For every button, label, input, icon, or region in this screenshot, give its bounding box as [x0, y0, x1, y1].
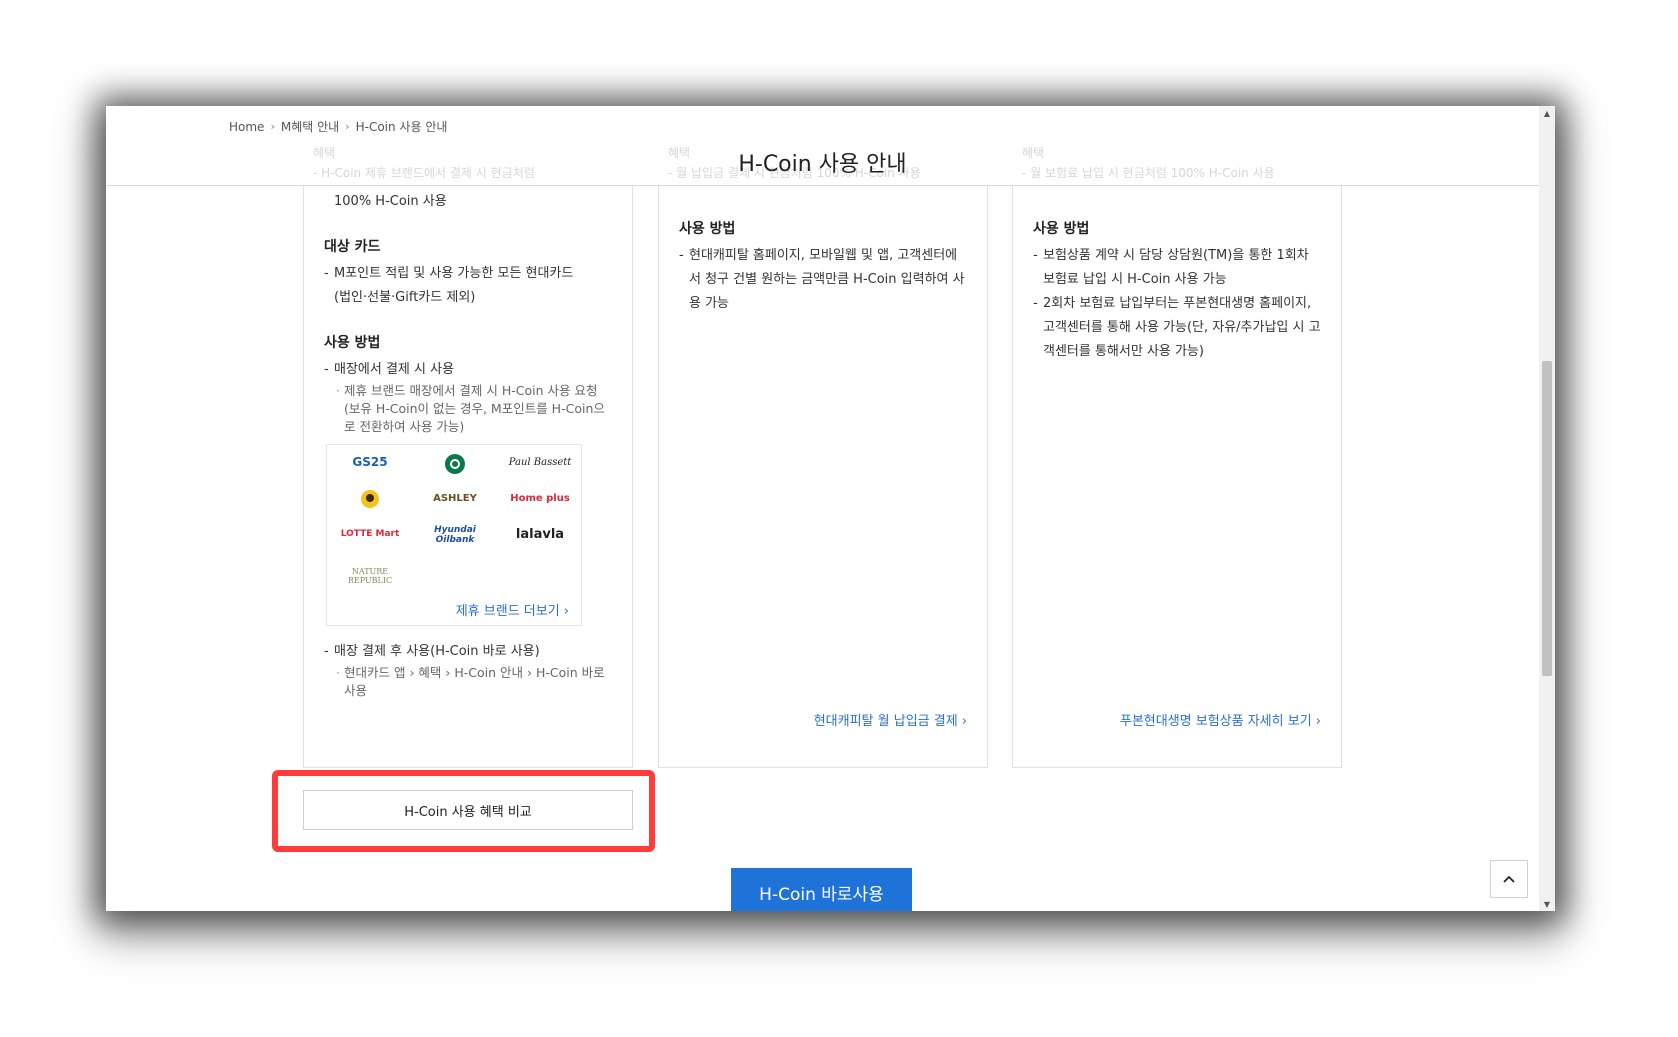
use-hcoin-button[interactable]: H-Coin 바로사용 — [731, 868, 912, 911]
breadcrumb-home[interactable]: Home — [229, 120, 264, 134]
target-card-line: M포인트 적립 및 사용 가능한 모든 현대카드 — [324, 262, 612, 286]
ashley-logo: ASHLEY — [433, 493, 477, 504]
scroll-up-arrow-icon[interactable]: ▲ — [1539, 106, 1555, 120]
scroll-down-arrow-icon[interactable]: ▼ — [1539, 897, 1555, 911]
chevron-right-icon: › — [345, 120, 350, 133]
benefit-card-capital: 사용 방법 현대캐피탈 홈페이지, 모바일웹 및 앱, 고객센터에서 청구 건별… — [658, 186, 988, 768]
cafe-logo — [335, 489, 405, 512]
brand-more-link[interactable]: 제휴 브랜드 더보기 › — [456, 600, 569, 619]
page-header: Home › M혜택 안내 › H-Coin 사용 안내 혜택 - H-Coin… — [106, 106, 1539, 186]
breadcrumb: Home › M혜택 안내 › H-Coin 사용 안내 — [229, 118, 447, 135]
page-title: H-Coin 사용 안내 — [738, 152, 907, 177]
paulbassett-logo: Paul Bassett — [508, 457, 572, 468]
oilbank-logo: Hyundai Oilbank — [434, 525, 476, 545]
benefit-card-insurance: 사용 방법 보험상품 계약 시 담당 상담원(TM)을 통한 1회차 보험료 납… — [1012, 186, 1342, 768]
lalavla-logo: lalavla — [515, 527, 565, 542]
chevron-up-icon — [1503, 875, 1515, 883]
gs25-logo: GS25 — [352, 455, 388, 469]
insurance-detail-link[interactable]: 푸본현대생명 보험상품 자세히 보기 › — [1120, 710, 1321, 729]
usage-item-detail: 제휴 브랜드 매장에서 결제 시 H-Coin 사용 요청(보유 H-Coin이… — [324, 382, 612, 436]
homeplus-logo: Home plus — [510, 493, 570, 504]
breadcrumb-current: H-Coin 사용 안내 — [355, 120, 448, 134]
brand-logo-grid: GS25 Paul Bassett ASHLEY Home plus LOTTE… — [326, 444, 582, 626]
lottemart-logo: LOTTE Mart — [340, 529, 400, 539]
naturerepublic-logo: NATURE REPUBLIC — [347, 567, 393, 585]
scroll-thumb[interactable] — [1542, 361, 1552, 676]
target-card-exclusion: (법인·선불·Gift카드 제외) — [334, 290, 476, 305]
breadcrumb-benefits[interactable]: M혜택 안내 — [281, 118, 339, 135]
usage-title: 사용 방법 — [324, 335, 381, 351]
usage-item: 현대캐피탈 홈페이지, 모바일웹 및 앱, 고객센터에서 청구 건별 원하는 금… — [679, 244, 967, 316]
usage-title: 사용 방법 — [1033, 221, 1090, 237]
compare-benefits-button[interactable]: H-Coin 사용 혜택 비교 — [303, 790, 633, 830]
browser-window: Home › M혜택 안내 › H-Coin 사용 안내 혜택 - H-Coin… — [106, 106, 1555, 911]
vertical-scrollbar[interactable]: ▲ ▼ — [1539, 106, 1555, 911]
target-card-title: 대상 카드 — [324, 239, 381, 255]
benefit-text: 100% H-Coin 사용 — [334, 194, 447, 209]
usage-item: 매장 결제 후 사용(H-Coin 바로 사용) — [324, 640, 612, 664]
scroll-top-button[interactable] — [1490, 860, 1528, 898]
usage-item: 매장에서 결제 시 사용 — [324, 358, 612, 382]
benefit-card-stores: 100% H-Coin 사용 대상 카드 M포인트 적립 및 사용 가능한 모든… — [303, 186, 633, 768]
usage-item: 보험상품 계약 시 담당 상담원(TM)을 통한 1회차 보험료 납입 시 H-… — [1033, 244, 1321, 292]
capital-payment-link[interactable]: 현대캐피탈 월 납입금 결제 › — [814, 710, 967, 729]
starbucks-logo — [420, 453, 490, 478]
usage-item-detail: 현대카드 앱 › 혜택 › H-Coin 안내 › H-Coin 바로 사용 — [324, 664, 612, 700]
usage-item: 2회차 보험료 납입부터는 푸본현대생명 홈페이지, 고객센터를 통해 사용 가… — [1033, 292, 1321, 364]
chevron-right-icon: › — [270, 120, 275, 133]
usage-title: 사용 방법 — [679, 221, 736, 237]
